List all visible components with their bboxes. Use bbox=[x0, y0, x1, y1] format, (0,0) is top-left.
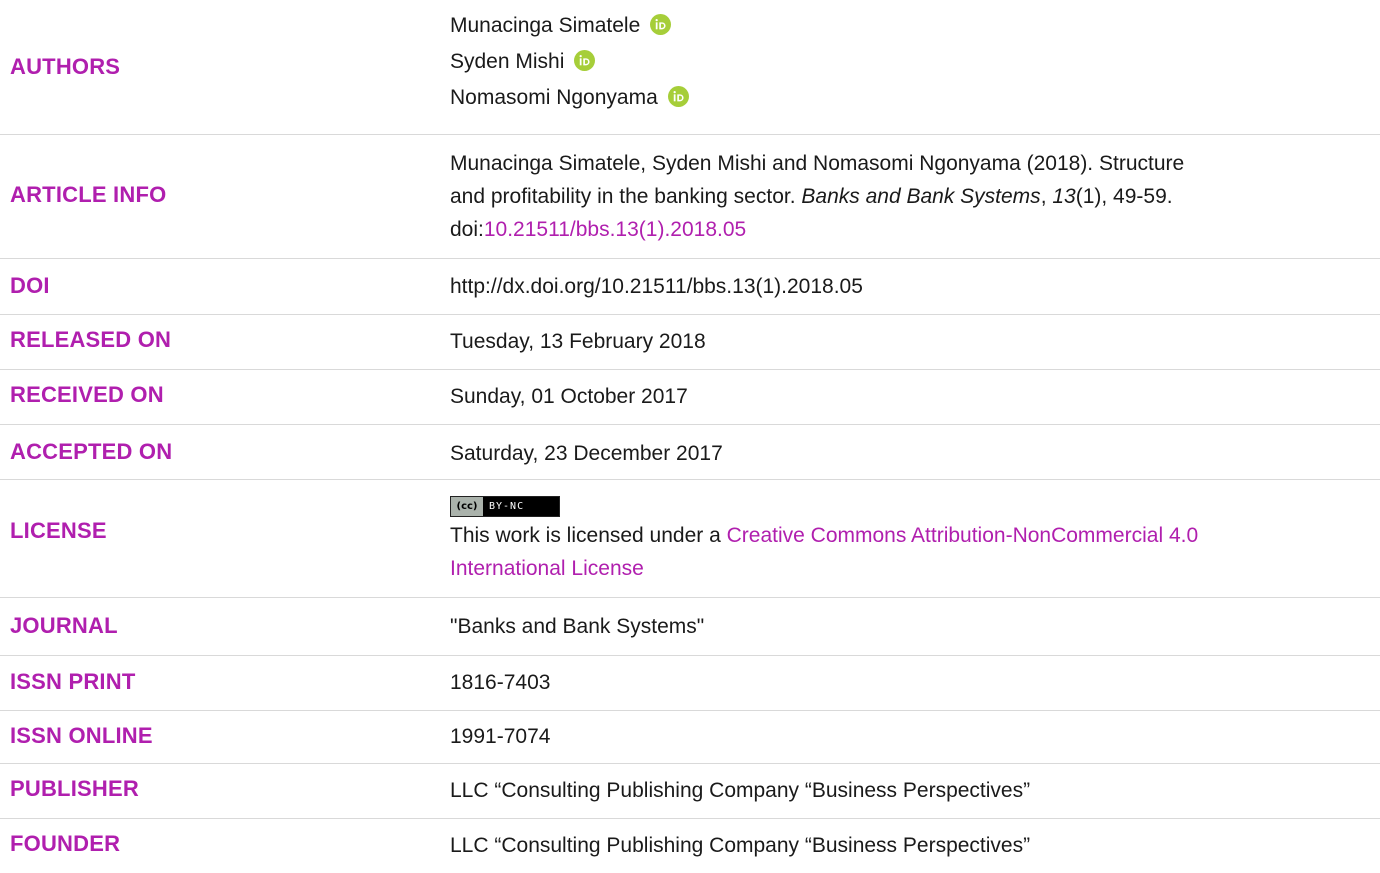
citation-doi-link[interactable]: 10.21511/bbs.13(1).2018.05 bbox=[484, 218, 746, 241]
released-on-value: Tuesday, 13 February 2018 bbox=[450, 330, 706, 353]
publisher-label: PUBLISHER bbox=[10, 776, 139, 801]
cc-by-nc-badge[interactable]: (cc) BY-NC bbox=[450, 496, 560, 517]
issn-online-label: ISSN ONLINE bbox=[10, 723, 153, 748]
license-label: LICENSE bbox=[10, 518, 107, 543]
license-value: (cc) BY-NC This work is licensed under a… bbox=[450, 486, 1368, 585]
issn-online-value: 1991-7074 bbox=[450, 725, 551, 748]
author-name[interactable]: Munacinga Simatele bbox=[450, 14, 640, 37]
author-item: Nomasomi Ngonyama bbox=[450, 80, 1368, 116]
row-journal: JOURNAL "Banks and Bank Systems" bbox=[0, 598, 1380, 656]
accepted-on-label: ACCEPTED ON bbox=[10, 439, 173, 464]
orcid-icon[interactable] bbox=[667, 85, 689, 107]
citation-journal: Banks and Bank Systems bbox=[801, 185, 1041, 208]
doi-label: DOI bbox=[10, 273, 50, 298]
article-info-label: ARTICLE INFO bbox=[10, 182, 167, 207]
row-doi: DOI http://dx.doi.org/10.21511/bbs.13(1)… bbox=[0, 259, 1380, 315]
row-received-on: RECEIVED ON Sunday, 01 October 2017 bbox=[0, 370, 1380, 425]
row-founder: FOUNDER LLC “Consulting Publishing Compa… bbox=[0, 819, 1380, 873]
license-link-part-1[interactable]: Creative Commons Attribution-NonCommerci… bbox=[727, 524, 1199, 547]
article-info-citation: Munacinga Simatele, Syden Mishi and Noma… bbox=[450, 147, 1368, 246]
received-on-label: RECEIVED ON bbox=[10, 382, 164, 407]
author-name[interactable]: Syden Mishi bbox=[450, 50, 564, 73]
row-released-on: RELEASED ON Tuesday, 13 February 2018 bbox=[0, 315, 1380, 370]
citation-doi-prefix: doi: bbox=[450, 218, 484, 241]
authors-label: AUTHORS bbox=[10, 54, 121, 79]
row-issn-print: ISSN PRINT 1816-7403 bbox=[0, 656, 1380, 711]
author-item: Syden Mishi bbox=[450, 44, 1368, 80]
row-article-info: ARTICLE INFO Munacinga Simatele, Syden M… bbox=[0, 135, 1380, 259]
released-on-label: RELEASED ON bbox=[10, 327, 172, 352]
row-license: LICENSE (cc) BY-NC This work is licensed… bbox=[0, 480, 1380, 598]
citation-comma: , bbox=[1040, 185, 1053, 208]
issn-print-label: ISSN PRINT bbox=[10, 669, 136, 694]
journal-value: "Banks and Bank Systems" bbox=[450, 615, 705, 638]
cc-icon: (cc) bbox=[451, 497, 483, 516]
row-publisher: PUBLISHER LLC “Consulting Publishing Com… bbox=[0, 764, 1380, 819]
orcid-icon[interactable] bbox=[650, 13, 672, 35]
license-link-part-2[interactable]: International License bbox=[450, 557, 644, 580]
cc-badge-text: BY-NC bbox=[489, 501, 525, 512]
founder-label: FOUNDER bbox=[10, 831, 121, 856]
publisher-value: LLC “Consulting Publishing Company “Busi… bbox=[450, 779, 1031, 802]
founder-value: LLC “Consulting Publishing Company “Busi… bbox=[450, 834, 1031, 857]
journal-label: JOURNAL bbox=[10, 613, 118, 638]
authors-list: Munacinga Simatele Syden Mishi Nomasomi … bbox=[450, 8, 1368, 116]
author-item: Munacinga Simatele bbox=[450, 8, 1368, 44]
citation-issue-pages: (1), 49-59. bbox=[1075, 185, 1173, 208]
received-on-value: Sunday, 01 October 2017 bbox=[450, 385, 688, 408]
author-name[interactable]: Nomasomi Ngonyama bbox=[450, 86, 658, 109]
doi-value: http://dx.doi.org/10.21511/bbs.13(1).201… bbox=[450, 275, 863, 298]
row-accepted-on: ACCEPTED ON Saturday, 23 December 2017 bbox=[0, 425, 1380, 480]
citation-line-1: Munacinga Simatele, Syden Mishi and Noma… bbox=[450, 152, 1185, 175]
orcid-icon[interactable] bbox=[574, 49, 596, 71]
row-issn-online: ISSN ONLINE 1991-7074 bbox=[0, 711, 1380, 764]
row-authors: AUTHORS Munacinga Simatele Syden Mishi N… bbox=[0, 0, 1380, 135]
accepted-on-value: Saturday, 23 December 2017 bbox=[450, 442, 723, 465]
license-text: This work is licensed under a bbox=[450, 524, 727, 547]
citation-volume: 13 bbox=[1052, 185, 1076, 208]
issn-print-value: 1816-7403 bbox=[450, 671, 551, 694]
citation-title: and profitability in the banking sector. bbox=[450, 185, 802, 208]
